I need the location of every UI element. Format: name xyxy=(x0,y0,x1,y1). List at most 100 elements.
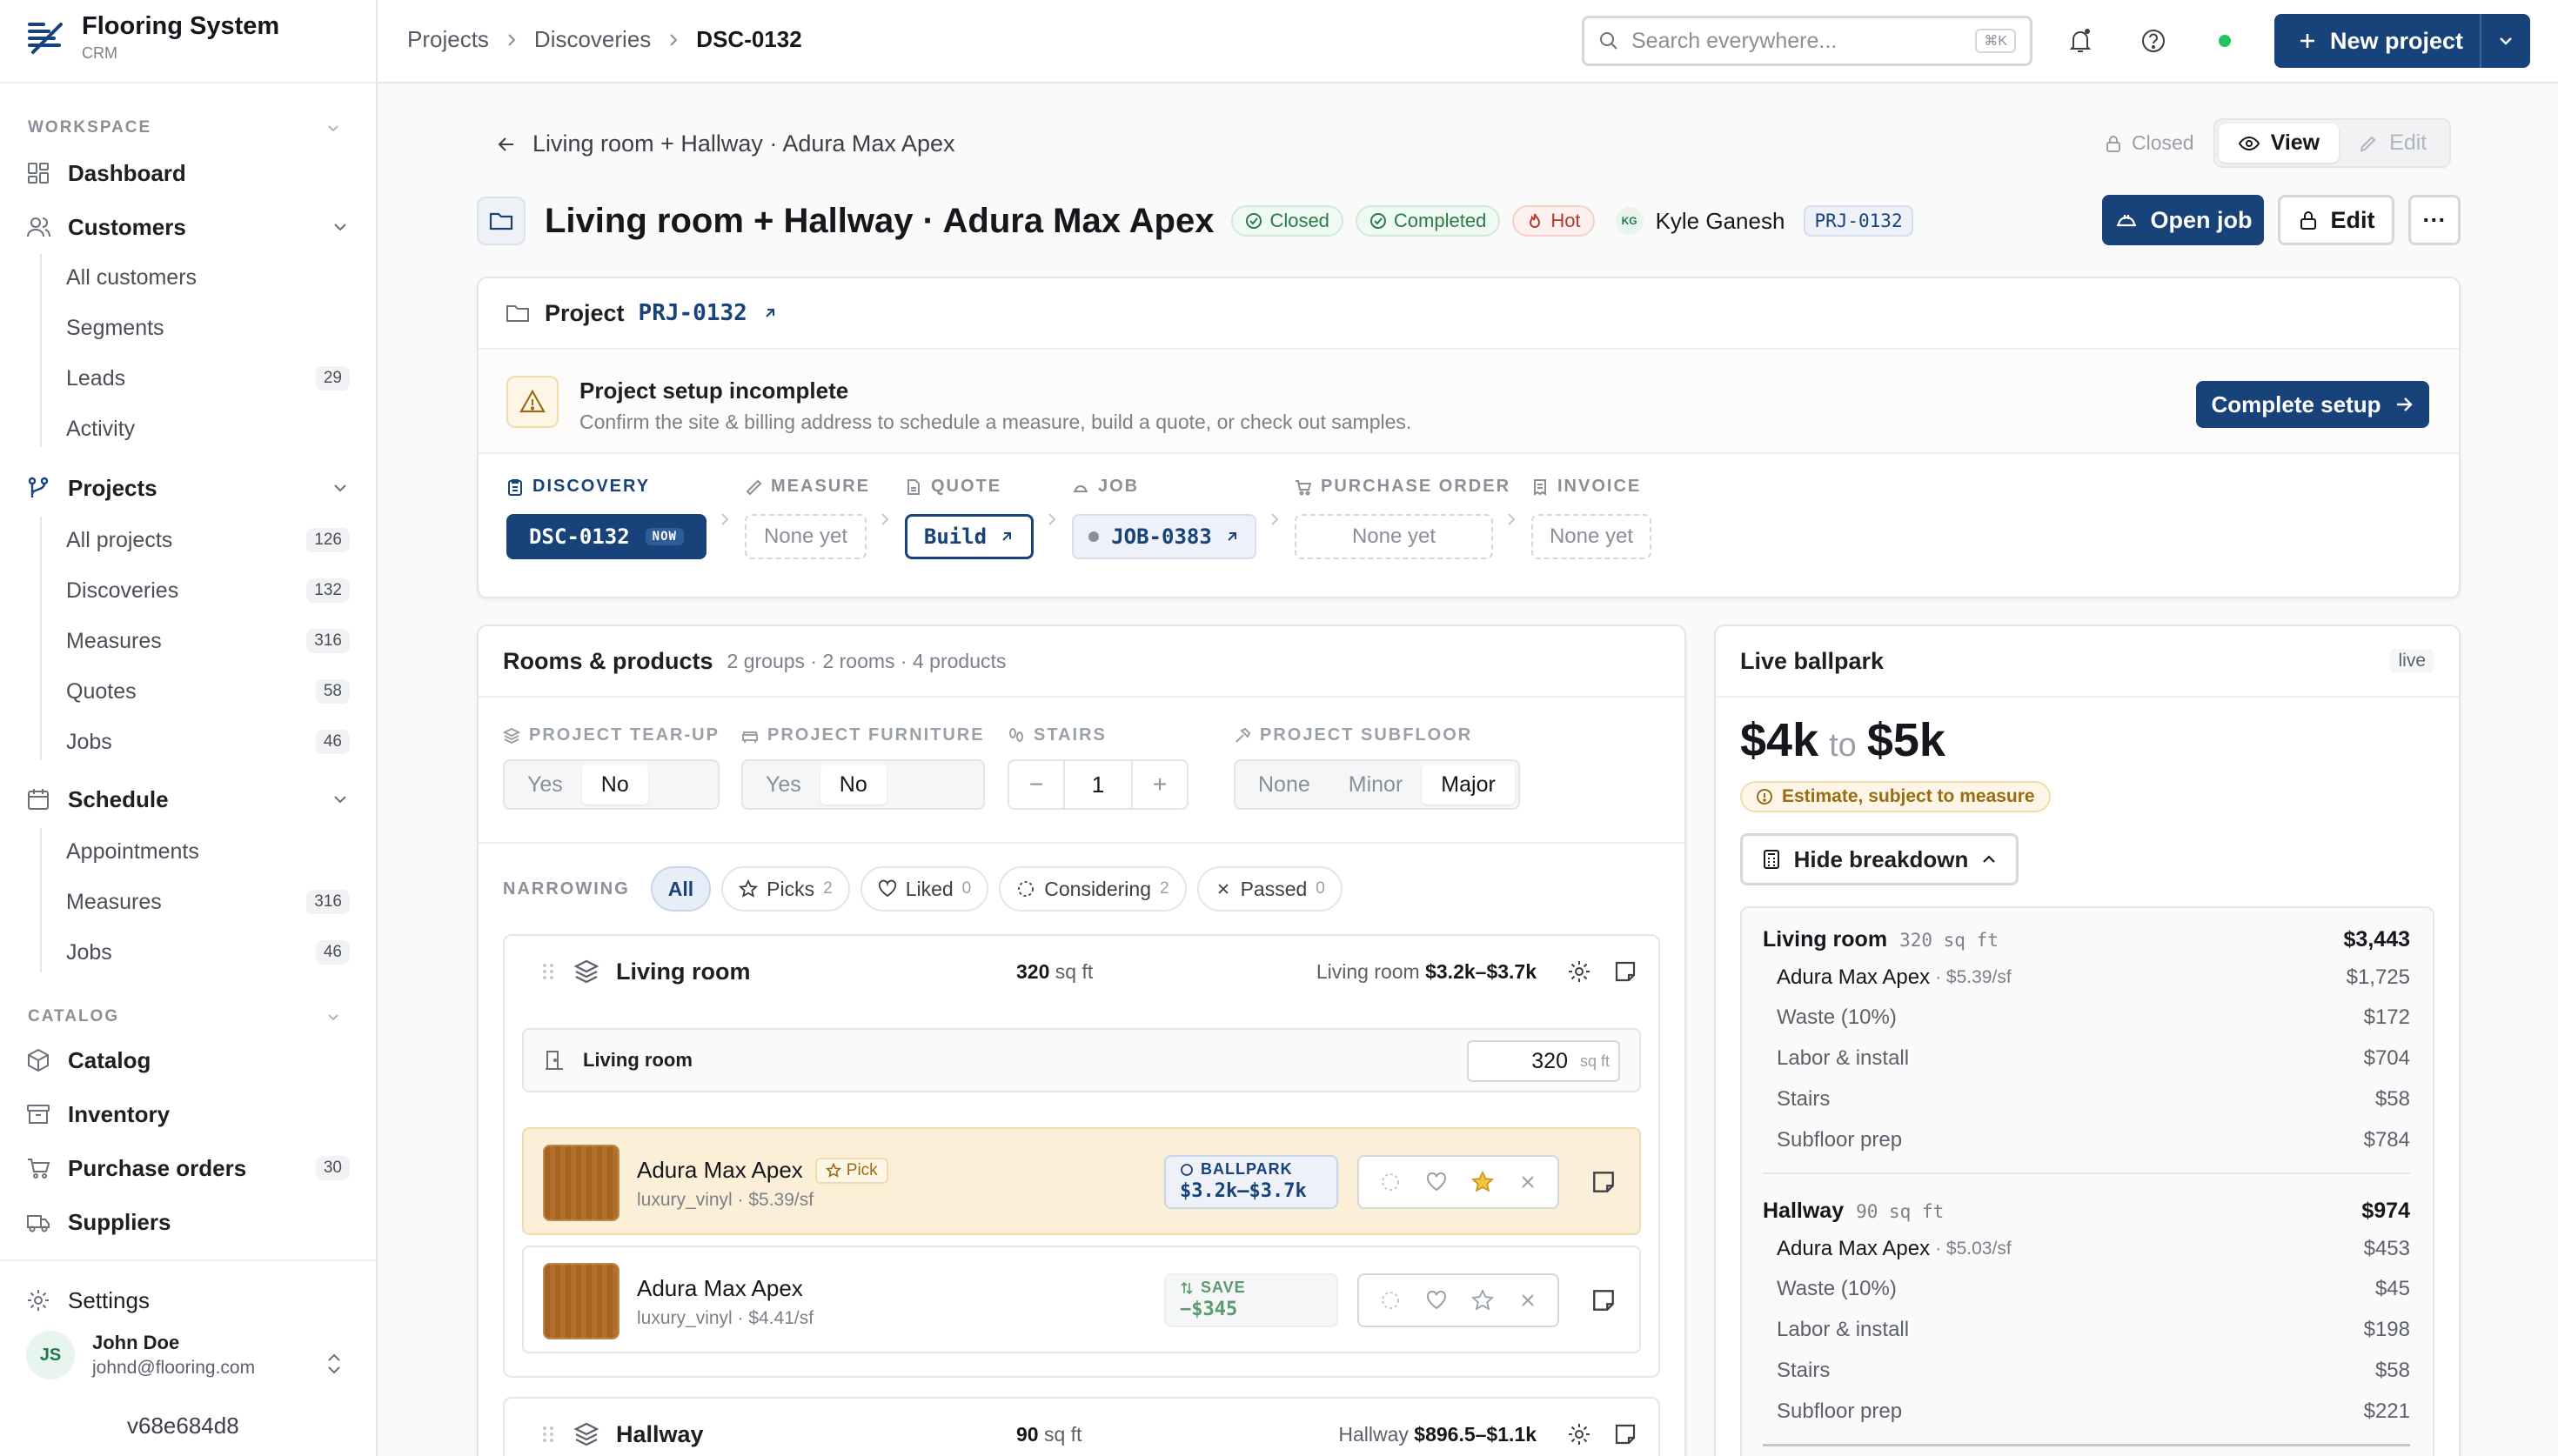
filter-passed[interactable]: Passed 0 xyxy=(1196,866,1343,912)
stage-chip-discovery[interactable]: DSC-0132 NOW xyxy=(506,514,706,559)
sidebar-item-all-projects[interactable]: All projects 126 xyxy=(66,518,350,562)
back-link[interactable]: Living room + Hallway · Adura Max Apex xyxy=(496,130,954,157)
nav-schedule[interactable]: Schedule xyxy=(26,778,350,821)
filter-considering[interactable]: Considering 2 xyxy=(999,866,1187,912)
nav-purchase-orders[interactable]: Purchase orders 30 xyxy=(26,1146,350,1190)
furniture-no[interactable]: No xyxy=(820,765,887,805)
note-icon[interactable] xyxy=(1613,959,1637,984)
user-menu[interactable]: JS John Doe johnd@flooring.com xyxy=(26,1331,255,1379)
product-row[interactable]: Adura Max Apex Pick luxury_vinyl · $5.39… xyxy=(522,1127,1641,1235)
chevron-down-icon[interactable] xyxy=(325,1009,341,1025)
close-icon[interactable] xyxy=(1518,1172,1537,1192)
sidebar-item-segments[interactable]: Segments xyxy=(66,306,350,350)
edit-mode-button[interactable]: Edit xyxy=(2339,124,2446,163)
gear-icon[interactable] xyxy=(1566,958,1592,985)
sidebar-item-appointments[interactable]: Appointments xyxy=(66,830,350,873)
bell-icon[interactable] xyxy=(2066,26,2095,56)
stairs-increment[interactable]: + xyxy=(1133,761,1187,808)
nav-inventory[interactable]: Inventory xyxy=(26,1092,350,1136)
sidebar-item-quotes[interactable]: Quotes 58 xyxy=(66,670,350,713)
filter-all[interactable]: All xyxy=(650,866,712,912)
sidebar-item-discoveries[interactable]: Discoveries 132 xyxy=(66,569,350,612)
gear-icon[interactable] xyxy=(1566,1421,1592,1447)
sidebar-item-schedule-jobs[interactable]: Jobs 46 xyxy=(66,931,350,974)
search-input[interactable]: Search everywhere... ⌘K xyxy=(1582,16,2032,66)
view-mode-button[interactable]: View xyxy=(2218,124,2340,163)
nav-projects[interactable]: Projects xyxy=(26,466,350,510)
folder-icon xyxy=(477,197,526,245)
breadcrumb-discoveries[interactable]: Discoveries xyxy=(534,26,651,53)
divider xyxy=(1763,1172,2410,1174)
complete-setup-button[interactable]: Complete setup xyxy=(2196,381,2429,428)
subfloor-major[interactable]: Major xyxy=(1422,765,1515,805)
ballpark-range: $4k to $5k xyxy=(1740,713,1945,767)
sidebar-item-jobs[interactable]: Jobs 46 xyxy=(66,720,350,764)
sidebar-item-schedule-measures[interactable]: Measures 316 xyxy=(66,880,350,924)
stage-chip-quote-build[interactable]: Build xyxy=(905,514,1034,559)
option-tearup: PROJECT TEAR-UP Yes No xyxy=(503,725,720,810)
new-project-dropdown[interactable] xyxy=(2480,14,2530,68)
furniture-yes[interactable]: Yes xyxy=(747,765,820,805)
sidebar-item-measures[interactable]: Measures 316 xyxy=(66,619,350,663)
note-icon[interactable] xyxy=(1590,1287,1617,1313)
close-icon[interactable] xyxy=(1518,1291,1537,1310)
dashed-circle-icon[interactable] xyxy=(1379,1171,1402,1193)
dashed-circle-icon[interactable] xyxy=(1379,1289,1402,1312)
topbar: Projects Discoveries DSC-0132 Search eve… xyxy=(378,0,2558,83)
subfloor-none[interactable]: None xyxy=(1239,765,1329,805)
stairs-decrement[interactable]: − xyxy=(1009,761,1063,808)
open-job-button[interactable]: Open job xyxy=(2102,195,2264,245)
tearup-no[interactable]: No xyxy=(581,765,648,805)
drag-handle-icon[interactable] xyxy=(539,1422,557,1446)
sidebar-item-all-customers[interactable]: All customers xyxy=(66,256,350,299)
tearup-yes[interactable]: Yes xyxy=(508,765,582,805)
sqft-value: 90 xyxy=(1016,1422,1039,1446)
nav-catalog[interactable]: Catalog xyxy=(26,1039,350,1082)
external-link-icon[interactable] xyxy=(761,304,779,322)
calendar-icon xyxy=(28,789,49,810)
filter-liked[interactable]: Liked 0 xyxy=(860,866,989,912)
star-icon[interactable] xyxy=(1470,1288,1495,1312)
rooms-products-card: Rooms & products 2 groups · 2 rooms · 4 … xyxy=(477,624,1686,1456)
chevron-up-down-icon[interactable] xyxy=(324,1352,345,1376)
breakdown-product: Adura Max Apex xyxy=(1777,965,1931,989)
subfloor-minor[interactable]: Minor xyxy=(1329,765,1423,805)
product-row[interactable]: Adura Max Apex luxury_vinyl · $4.41/sf S… xyxy=(522,1246,1641,1353)
room-sqft-input[interactable]: 320 sq ft xyxy=(1467,1040,1620,1082)
nav-dashboard[interactable]: Dashboard xyxy=(26,151,350,195)
stairs-value[interactable]: 1 xyxy=(1063,761,1133,808)
nav-label: Purchase orders xyxy=(68,1154,247,1181)
owner-name[interactable]: Kyle Ganesh xyxy=(1656,208,1785,235)
more-button[interactable]: ··· xyxy=(2408,195,2461,245)
tag-label: BALLPARK xyxy=(1201,1160,1293,1178)
breadcrumb: Projects Discoveries DSC-0132 xyxy=(407,26,802,53)
project-code-tag[interactable]: PRJ-0132 xyxy=(1804,205,1913,237)
sidebar-item-leads[interactable]: Leads 29 xyxy=(66,357,350,400)
chevron-down-icon[interactable] xyxy=(325,120,341,136)
project-code-link[interactable]: PRJ-0132 xyxy=(639,300,747,326)
breadcrumb-projects[interactable]: Projects xyxy=(407,26,489,53)
sub-label: All customers xyxy=(66,264,198,290)
drag-handle-icon[interactable] xyxy=(539,959,557,984)
heart-icon[interactable] xyxy=(1425,1171,1448,1193)
user-name: John Doe xyxy=(92,1332,180,1353)
nav-customers[interactable]: Customers xyxy=(26,205,350,249)
note-icon[interactable] xyxy=(1590,1169,1617,1195)
nav-settings[interactable]: Settings xyxy=(26,1279,350,1322)
note-icon[interactable] xyxy=(1613,1422,1637,1446)
breakdown-line: Labor & install $198 xyxy=(1777,1318,2410,1342)
nav-suppliers[interactable]: Suppliers xyxy=(26,1200,350,1244)
sidebar-item-activity[interactable]: Activity xyxy=(66,407,350,451)
project-label: Project xyxy=(545,299,625,326)
new-project-button[interactable]: New project xyxy=(2274,14,2530,68)
stage-chip-job[interactable]: JOB-0383 xyxy=(1072,514,1256,559)
brand[interactable]: Flooring System CRM xyxy=(26,12,279,63)
edit-button[interactable]: Edit xyxy=(2278,195,2394,245)
star-icon[interactable] xyxy=(1470,1170,1495,1194)
page-title: Living room + Hallway · Adura Max Apex xyxy=(545,201,1215,240)
heart-icon[interactable] xyxy=(1425,1289,1448,1312)
help-icon[interactable] xyxy=(2139,26,2168,56)
hide-breakdown-button[interactable]: Hide breakdown xyxy=(1740,833,2019,885)
filter-picks[interactable]: Picks 2 xyxy=(721,866,850,912)
tag-label: SAVE xyxy=(1201,1279,1246,1296)
